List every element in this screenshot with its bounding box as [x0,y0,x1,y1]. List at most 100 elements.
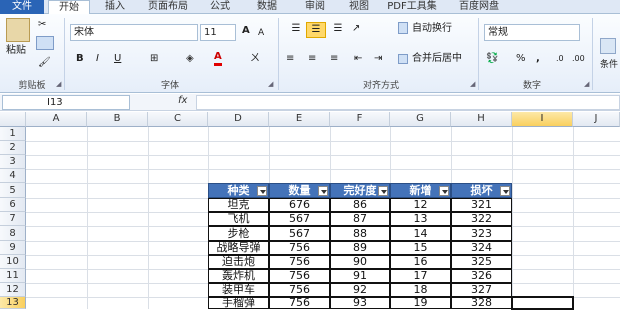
table-cell[interactable]: 16 [390,255,451,269]
align-top-icon[interactable]: ☰ [286,22,306,38]
table-cell[interactable]: 567 [269,212,330,226]
conditional-format-button[interactable]: 条件 [600,58,618,72]
row-header-11[interactable]: 11 [0,269,26,283]
table-cell[interactable]: 15 [390,241,451,255]
tab-pdf-tools[interactable]: PDF工具集 [384,0,440,14]
number-format-select[interactable]: 常规 [484,24,580,41]
table-cell[interactable]: 装甲车 [208,283,269,297]
table-cell[interactable]: 86 [330,198,390,212]
table-header-cell[interactable]: 损坏 [451,183,512,198]
table-header-cell[interactable]: 新增 [390,183,451,198]
table-cell[interactable]: 87 [330,212,390,226]
table-cell[interactable]: 92 [330,283,390,297]
row-header-3[interactable]: 3 [0,155,26,169]
tab-file[interactable]: 文件 [0,0,44,14]
row-header-10[interactable]: 10 [0,255,26,269]
table-cell[interactable]: 756 [269,283,330,297]
wrap-text-button[interactable]: 自动换行 [412,22,452,36]
comma-button[interactable]: , [536,52,540,66]
table-cell[interactable]: 89 [330,241,390,255]
table-cell[interactable]: 567 [269,226,330,241]
name-box[interactable]: I13 [2,95,130,110]
table-cell[interactable]: 手榴弹 [208,297,269,309]
align-right-icon[interactable]: ≡ [330,52,338,66]
table-cell[interactable]: 13 [390,212,451,226]
paste-icon[interactable] [6,18,30,42]
align-middle-icon[interactable]: ☰ [306,22,326,38]
phonetic-icon[interactable]: ㄨ [250,52,260,66]
number-launcher-icon[interactable]: ◢ [584,80,589,88]
table-cell[interactable]: 90 [330,255,390,269]
table-cell[interactable]: 17 [390,269,451,283]
table-header-cell[interactable]: 完好度 [330,183,390,198]
row-header-2[interactable]: 2 [0,141,26,155]
table-cell[interactable]: 步枪 [208,226,269,241]
filter-dropdown-icon[interactable] [439,186,449,196]
table-cell[interactable]: 323 [451,226,512,241]
clipboard-launcher-icon[interactable]: ◢ [56,80,61,88]
tab-home[interactable]: 开始 [48,0,90,15]
formula-input[interactable] [196,95,620,110]
bold-button[interactable]: B [76,52,84,66]
column-header-i[interactable]: I [512,112,573,127]
table-cell[interactable]: 756 [269,297,330,309]
column-header-e[interactable]: E [269,112,330,127]
table-cell[interactable]: 战略导弹 [208,241,269,255]
table-cell[interactable]: 18 [390,283,451,297]
row-header-9[interactable]: 9 [0,241,26,255]
column-header-a[interactable]: A [26,112,87,127]
table-header-cell[interactable]: 种类 [208,183,269,198]
worksheet-grid[interactable]: A B C D E F G H I J 1 2 3 4 5 6 7 8 9 10… [0,112,620,310]
table-cell[interactable]: 飞机 [208,212,269,226]
underline-button[interactable]: U [114,52,121,66]
table-cell[interactable]: 14 [390,226,451,241]
table-cell[interactable]: 756 [269,241,330,255]
increase-indent-icon[interactable]: ⇥ [374,52,382,66]
table-cell[interactable]: 324 [451,241,512,255]
table-cell[interactable]: 轰炸机 [208,269,269,283]
table-cell[interactable]: 326 [451,269,512,283]
align-center-icon[interactable]: ≡ [308,52,316,66]
column-header-g[interactable]: G [390,112,451,127]
alignment-launcher-icon[interactable]: ◢ [470,80,475,88]
tab-insert[interactable]: 插入 [96,0,134,14]
table-cell[interactable]: 19 [390,297,451,309]
shrink-font-button[interactable]: A [258,26,264,40]
decrease-indent-icon[interactable]: ⇤ [354,52,362,66]
align-left-icon[interactable]: ≡ [286,52,294,66]
table-header-cell[interactable]: 数量 [269,183,330,198]
active-cell-i13[interactable] [511,296,574,310]
column-header-d[interactable]: D [208,112,269,127]
filter-dropdown-icon[interactable] [257,186,267,196]
format-painter-icon[interactable]: 🖌 [38,56,51,70]
filter-dropdown-icon[interactable] [378,186,388,196]
font-color-button[interactable]: A [214,50,222,66]
increase-decimal-icon[interactable]: .0 [556,52,564,66]
table-cell[interactable]: 91 [330,269,390,283]
column-header-f[interactable]: F [330,112,390,127]
borders-icon[interactable]: ⊞ [150,52,158,66]
table-cell[interactable]: 325 [451,255,512,269]
row-header-8[interactable]: 8 [0,226,26,241]
row-header-12[interactable]: 12 [0,283,26,297]
decrease-decimal-icon[interactable]: .00 [572,52,585,66]
tab-data[interactable]: 数据 [248,0,286,14]
tab-page-layout[interactable]: 页面布局 [142,0,194,14]
wrap-text-icon[interactable] [398,22,408,34]
filter-dropdown-icon[interactable] [500,186,510,196]
tab-formulas[interactable]: 公式 [200,0,240,14]
column-header-b[interactable]: B [87,112,148,127]
row-header-13[interactable]: 13 [0,297,26,309]
tab-review[interactable]: 审阅 [296,0,334,14]
table-cell[interactable]: 756 [269,269,330,283]
paste-button[interactable]: 粘贴 [6,44,26,58]
font-launcher-icon[interactable]: ◢ [268,80,273,88]
percent-button[interactable]: % [516,52,526,66]
grow-font-button[interactable]: A [242,24,250,38]
column-header-c[interactable]: C [148,112,208,127]
currency-icon[interactable]: 💱 [486,52,498,66]
tab-baidu-netdisk[interactable]: 百度网盘 [450,0,508,14]
tab-view[interactable]: 视图 [340,0,378,14]
table-cell[interactable]: 327 [451,283,512,297]
table-cell[interactable]: 756 [269,255,330,269]
